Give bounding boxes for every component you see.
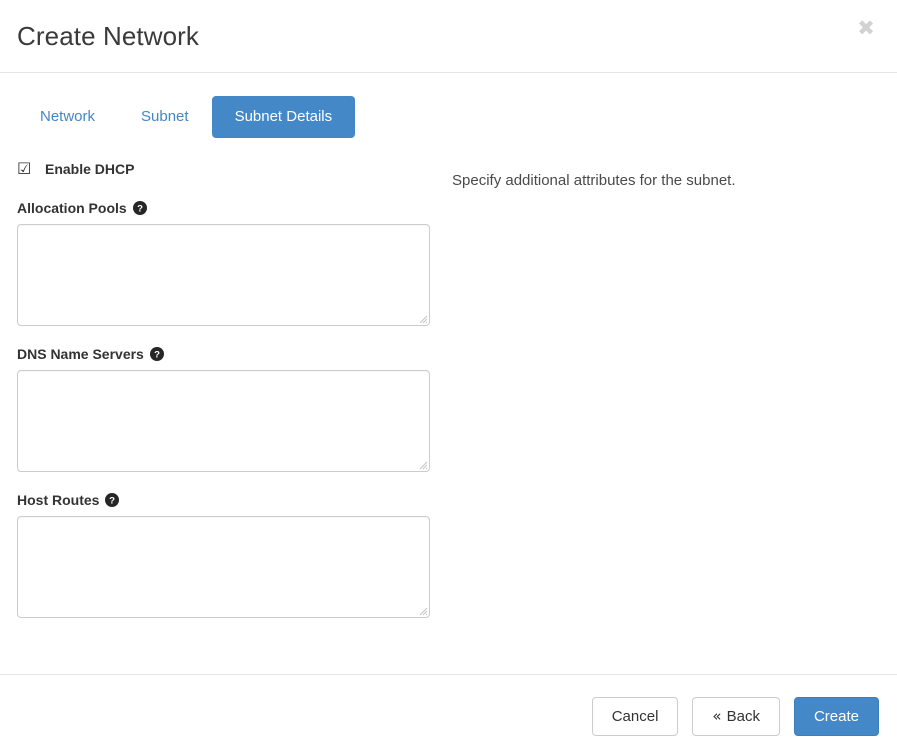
dns-name-servers-label-row: DNS Name Servers ? [17, 345, 447, 363]
allocation-pools-label: Allocation Pools [17, 199, 127, 217]
back-button-label: Back [727, 708, 760, 725]
enable-dhcp-row[interactable]: ☑ Enable DHCP [17, 158, 447, 180]
dns-name-servers-input[interactable] [18, 371, 429, 471]
svg-text:?: ? [154, 350, 160, 361]
tab-network[interactable]: Network [17, 96, 118, 138]
svg-text:?: ? [110, 496, 116, 507]
svg-text:?: ? [137, 204, 143, 215]
create-button[interactable]: Create [794, 697, 879, 736]
cancel-button[interactable]: Cancel [592, 697, 679, 736]
host-routes-textarea-wrap[interactable] [17, 516, 430, 618]
back-button[interactable]: « Back [692, 697, 780, 736]
wizard-tabs: Network Subnet Subnet Details [17, 96, 355, 138]
allocation-pools-input[interactable] [18, 225, 429, 325]
host-routes-input[interactable] [18, 517, 429, 617]
allocation-pools-textarea-wrap[interactable] [17, 224, 430, 326]
help-panel-text: Specify additional attributes for the su… [452, 172, 736, 189]
create-network-modal: Create Network ✖ Network Subnet Subnet D… [0, 0, 897, 749]
allocation-pools-label-row: Allocation Pools ? [17, 199, 447, 217]
help-icon[interactable]: ? [133, 201, 147, 215]
footer-button-group: Cancel « Back Create [592, 697, 879, 736]
tab-subnet-details[interactable]: Subnet Details [212, 96, 356, 138]
enable-dhcp-label[interactable]: Enable DHCP [45, 161, 134, 177]
form-column: ☑ Enable DHCP Allocation Pools ? [17, 148, 447, 618]
chevron-left-icon: « [712, 707, 721, 725]
field-dns-name-servers: DNS Name Servers ? [17, 345, 447, 472]
close-icon[interactable]: ✖ [853, 15, 879, 41]
dns-name-servers-textarea-wrap[interactable] [17, 370, 430, 472]
host-routes-label: Host Routes [17, 491, 99, 509]
help-icon[interactable]: ? [150, 347, 164, 361]
tab-subnet[interactable]: Subnet [118, 96, 212, 138]
modal-header: Create Network ✖ [0, 0, 897, 73]
enable-dhcp-checkbox[interactable]: ☑ [17, 161, 33, 177]
help-icon[interactable]: ? [105, 493, 119, 507]
host-routes-label-row: Host Routes ? [17, 491, 447, 509]
field-host-routes: Host Routes ? [17, 491, 447, 618]
modal-footer: Cancel « Back Create [0, 674, 897, 749]
dns-name-servers-label: DNS Name Servers [17, 345, 144, 363]
page-title: Create Network [17, 19, 199, 53]
modal-body: ☑ Enable DHCP Allocation Pools ? [0, 148, 897, 674]
help-panel: Specify additional attributes for the su… [452, 170, 872, 192]
field-allocation-pools: Allocation Pools ? [17, 199, 447, 326]
